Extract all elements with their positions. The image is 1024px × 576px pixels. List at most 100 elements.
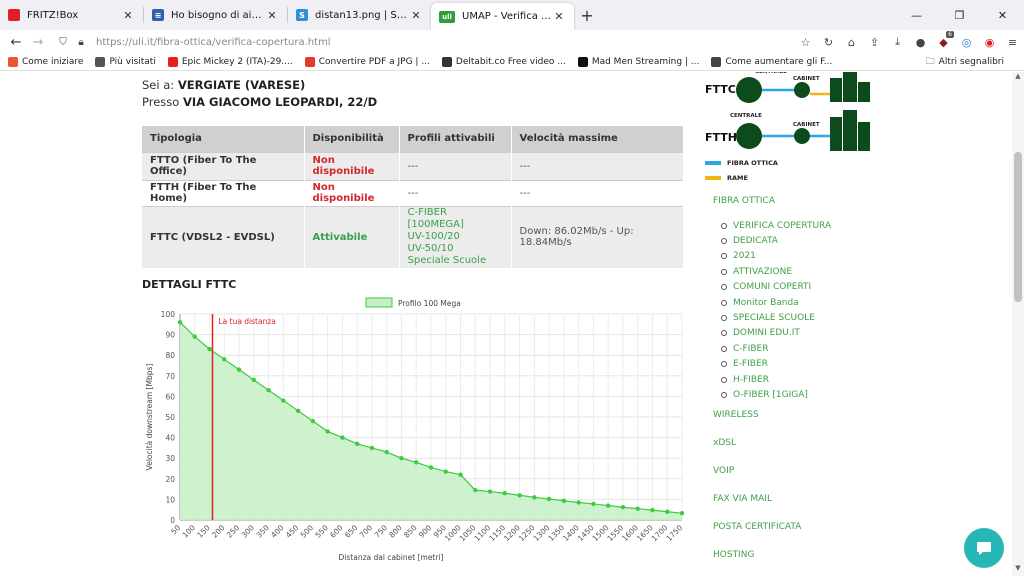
data-point (502, 491, 508, 496)
other-bookmarks[interactable]: 🗀 Altri segnalibri (926, 54, 1004, 70)
sidebar-subitem-link[interactable]: COMUNI COPERTI (733, 282, 811, 292)
sidebar-subitem[interactable]: O-FIBER [1GIGA] (721, 387, 831, 402)
bookmark-item[interactable]: Come iniziare (8, 57, 83, 67)
sidebar-subitem[interactable]: DEDICATA (721, 233, 831, 248)
sidebar-subitem-link[interactable]: VERIFICA COPERTURA (733, 221, 831, 231)
fttc-label: FTTC (705, 83, 736, 96)
extension-red-icon[interactable]: ◉ (978, 30, 1001, 54)
download-icon[interactable]: ⤓ (886, 30, 909, 54)
sidebar-subitem-link[interactable]: Monitor Banda (733, 298, 799, 308)
x-tick-label: 200 (210, 523, 227, 540)
sidebar-submenu: VERIFICA COPERTURA DEDICATA 2021 ATTIVAZION… (721, 218, 831, 403)
data-point (576, 500, 581, 505)
bookmark-star-icon[interactable]: ☆ (794, 30, 817, 54)
sidebar-subitem[interactable]: DOMINI EDU.IT (721, 326, 831, 341)
x-tick-label: 450 (284, 523, 301, 540)
sidebar-subitem-link[interactable]: O-FIBER [1GIGA] (733, 390, 808, 400)
bookmark-item[interactable]: Mad Men Streaming | ... (577, 57, 700, 67)
x-tick-label: 800 (387, 523, 404, 540)
reload-icon[interactable]: ↻ (817, 30, 840, 54)
sidebar-category[interactable]: VOIP (713, 466, 831, 476)
bookmark-item[interactable]: Epic Mickey 2 (ITA)-29.... (167, 57, 293, 67)
sidebar-subitem[interactable]: Monitor Banda (721, 295, 831, 310)
servimg-favicon-icon: S (296, 9, 308, 21)
x-tick-label: 1750 (664, 523, 684, 543)
back-button[interactable]: ← (4, 30, 28, 54)
bookmark-item[interactable]: Convertire PDF a JPG | ... (304, 57, 430, 67)
sidebar-subitem-link[interactable]: DEDICATA (733, 236, 778, 246)
bookmark-favicon-icon (441, 57, 452, 67)
sidebar-category[interactable]: FAX VIA MAIL (713, 494, 831, 504)
data-point (177, 320, 183, 325)
lock-icon[interactable]: 🔒︎ (72, 37, 90, 48)
sidebar-menu: FIBRA OTTICA VERIFICA COPERTURA DEDICATA 2… (713, 196, 831, 560)
close-tab-icon[interactable]: ✕ (121, 9, 135, 22)
url-bar[interactable]: ⛉ 🔒︎ https://uli.it /fibra-ottica/verifi… (54, 31, 794, 53)
upload-icon[interactable]: ⇪ (863, 30, 886, 54)
sidebar-subitem[interactable]: 2021 (721, 249, 831, 264)
fttc-speed-chart: La tua distanza 0 10 20 30 40 50 60 70 80 90 100 50 1… (142, 294, 690, 576)
tab-servimg[interactable]: S distan13.png | Servimg.com - H ✕ (288, 0, 431, 30)
sidebar-subitem[interactable]: H-FIBER (721, 372, 831, 387)
sidebar-category[interactable]: HOSTING (713, 550, 831, 560)
sidebar-subitem-link[interactable]: ATTIVAZIONE (733, 267, 792, 277)
menu-icon[interactable]: ≡ (1001, 30, 1024, 54)
sidebar-subitem-link[interactable]: SPECIALE SCUOLE (733, 313, 815, 323)
network-diagram: CENTRALE FTTC CABINET CENTRALE FTTH CABI… (705, 72, 870, 151)
tab-fritzbox[interactable]: FRITZ!Box ✕ (0, 0, 143, 30)
sidebar-item-fibra-ottica[interactable]: FIBRA OTTICA (713, 196, 831, 206)
sidebar-subitem[interactable]: E-FIBER (721, 357, 831, 372)
new-tab-button[interactable]: + (574, 0, 600, 30)
tab-umap-active[interactable]: uli UMAP - Verifica Copertura FTTC ✕ (431, 3, 574, 30)
sidebar-category[interactable]: xDSL (713, 438, 831, 448)
sidebar-subitem[interactable]: C-FIBER (721, 341, 831, 356)
tab-forum[interactable]: ≡ Ho bisogno di aiuto, qualcuno c ✕ (144, 0, 287, 30)
uli-favicon-icon: uli (439, 10, 455, 23)
scrollbar[interactable]: ▲ ▼ (1012, 72, 1024, 576)
bookmark-favicon-icon (711, 57, 722, 67)
bookmark-item[interactable]: Deltabit.co Free video ... (441, 57, 566, 67)
sidebar-subitem-link[interactable]: DOMINI EDU.IT (733, 328, 800, 338)
coverage-table: Tipologia Disponibilità Profili attivabi… (142, 126, 684, 268)
scroll-up-icon[interactable]: ▲ (1012, 72, 1024, 84)
extension-icon[interactable]: ◎ (955, 30, 978, 54)
account-icon[interactable]: ● (909, 30, 932, 54)
shield-icon[interactable]: ⛉ (54, 37, 72, 48)
forward-button[interactable]: → (26, 30, 50, 54)
nav-bar: ← → ⛉ 🔒︎ https://uli.it /fibra-ottica/ve… (0, 30, 1024, 54)
bookmark-label: Mad Men Streaming | ... (591, 57, 700, 67)
close-tab-icon[interactable]: ✕ (409, 9, 423, 22)
bookmark-label: Deltabit.co Free video ... (455, 57, 566, 67)
restore-button[interactable]: ❐ (938, 0, 981, 30)
centrale-fttc-node (736, 77, 762, 103)
bookmark-item[interactable]: Come aumentare gli F... (711, 57, 832, 67)
sidebar-subitem[interactable]: ATTIVAZIONE (721, 264, 831, 279)
profile-item: Speciale Scuole (407, 255, 487, 267)
x-tick-label: 650 (343, 523, 360, 540)
y-tick-label: 10 (165, 495, 175, 504)
copper-swatch (705, 176, 721, 180)
home-icon[interactable]: ⌂ (840, 30, 863, 54)
sidebar-category[interactable]: POSTA CERTIFICATA (713, 522, 831, 532)
sidebar-category[interactable]: WIRELESS (713, 410, 831, 420)
sidebar-subitem[interactable]: COMUNI COPERTI (721, 280, 831, 295)
scroll-thumb[interactable] (1014, 152, 1022, 302)
cabinet-label-fttc: CABINET (793, 76, 820, 82)
sidebar-subitem[interactable]: VERIFICA COPERTURA (721, 218, 831, 233)
ublock-extension-icon[interactable]: ◆ 6 (932, 30, 955, 54)
close-window-button[interactable]: ✕ (981, 0, 1024, 30)
sidebar-subitem-link[interactable]: E-FIBER (733, 359, 768, 369)
minimize-button[interactable]: — (895, 0, 938, 30)
sidebar-subitem[interactable]: SPECIALE SCUOLE (721, 310, 831, 325)
scroll-down-icon[interactable]: ▼ (1012, 564, 1024, 576)
chat-button[interactable] (964, 528, 1004, 568)
legend-label: FIBRA OTTICA (727, 159, 778, 167)
sidebar-subitem-link[interactable]: 2021 (733, 251, 756, 261)
bookmark-item[interactable]: Più visitati (95, 57, 156, 67)
close-tab-icon[interactable]: ✕ (265, 9, 279, 22)
data-point (620, 505, 626, 510)
sidebar-subitem-link[interactable]: H-FIBER (733, 375, 769, 385)
close-tab-icon[interactable]: ✕ (552, 10, 566, 23)
bookmark-favicon-icon (8, 57, 18, 67)
sidebar-subitem-link[interactable]: C-FIBER (733, 344, 768, 354)
